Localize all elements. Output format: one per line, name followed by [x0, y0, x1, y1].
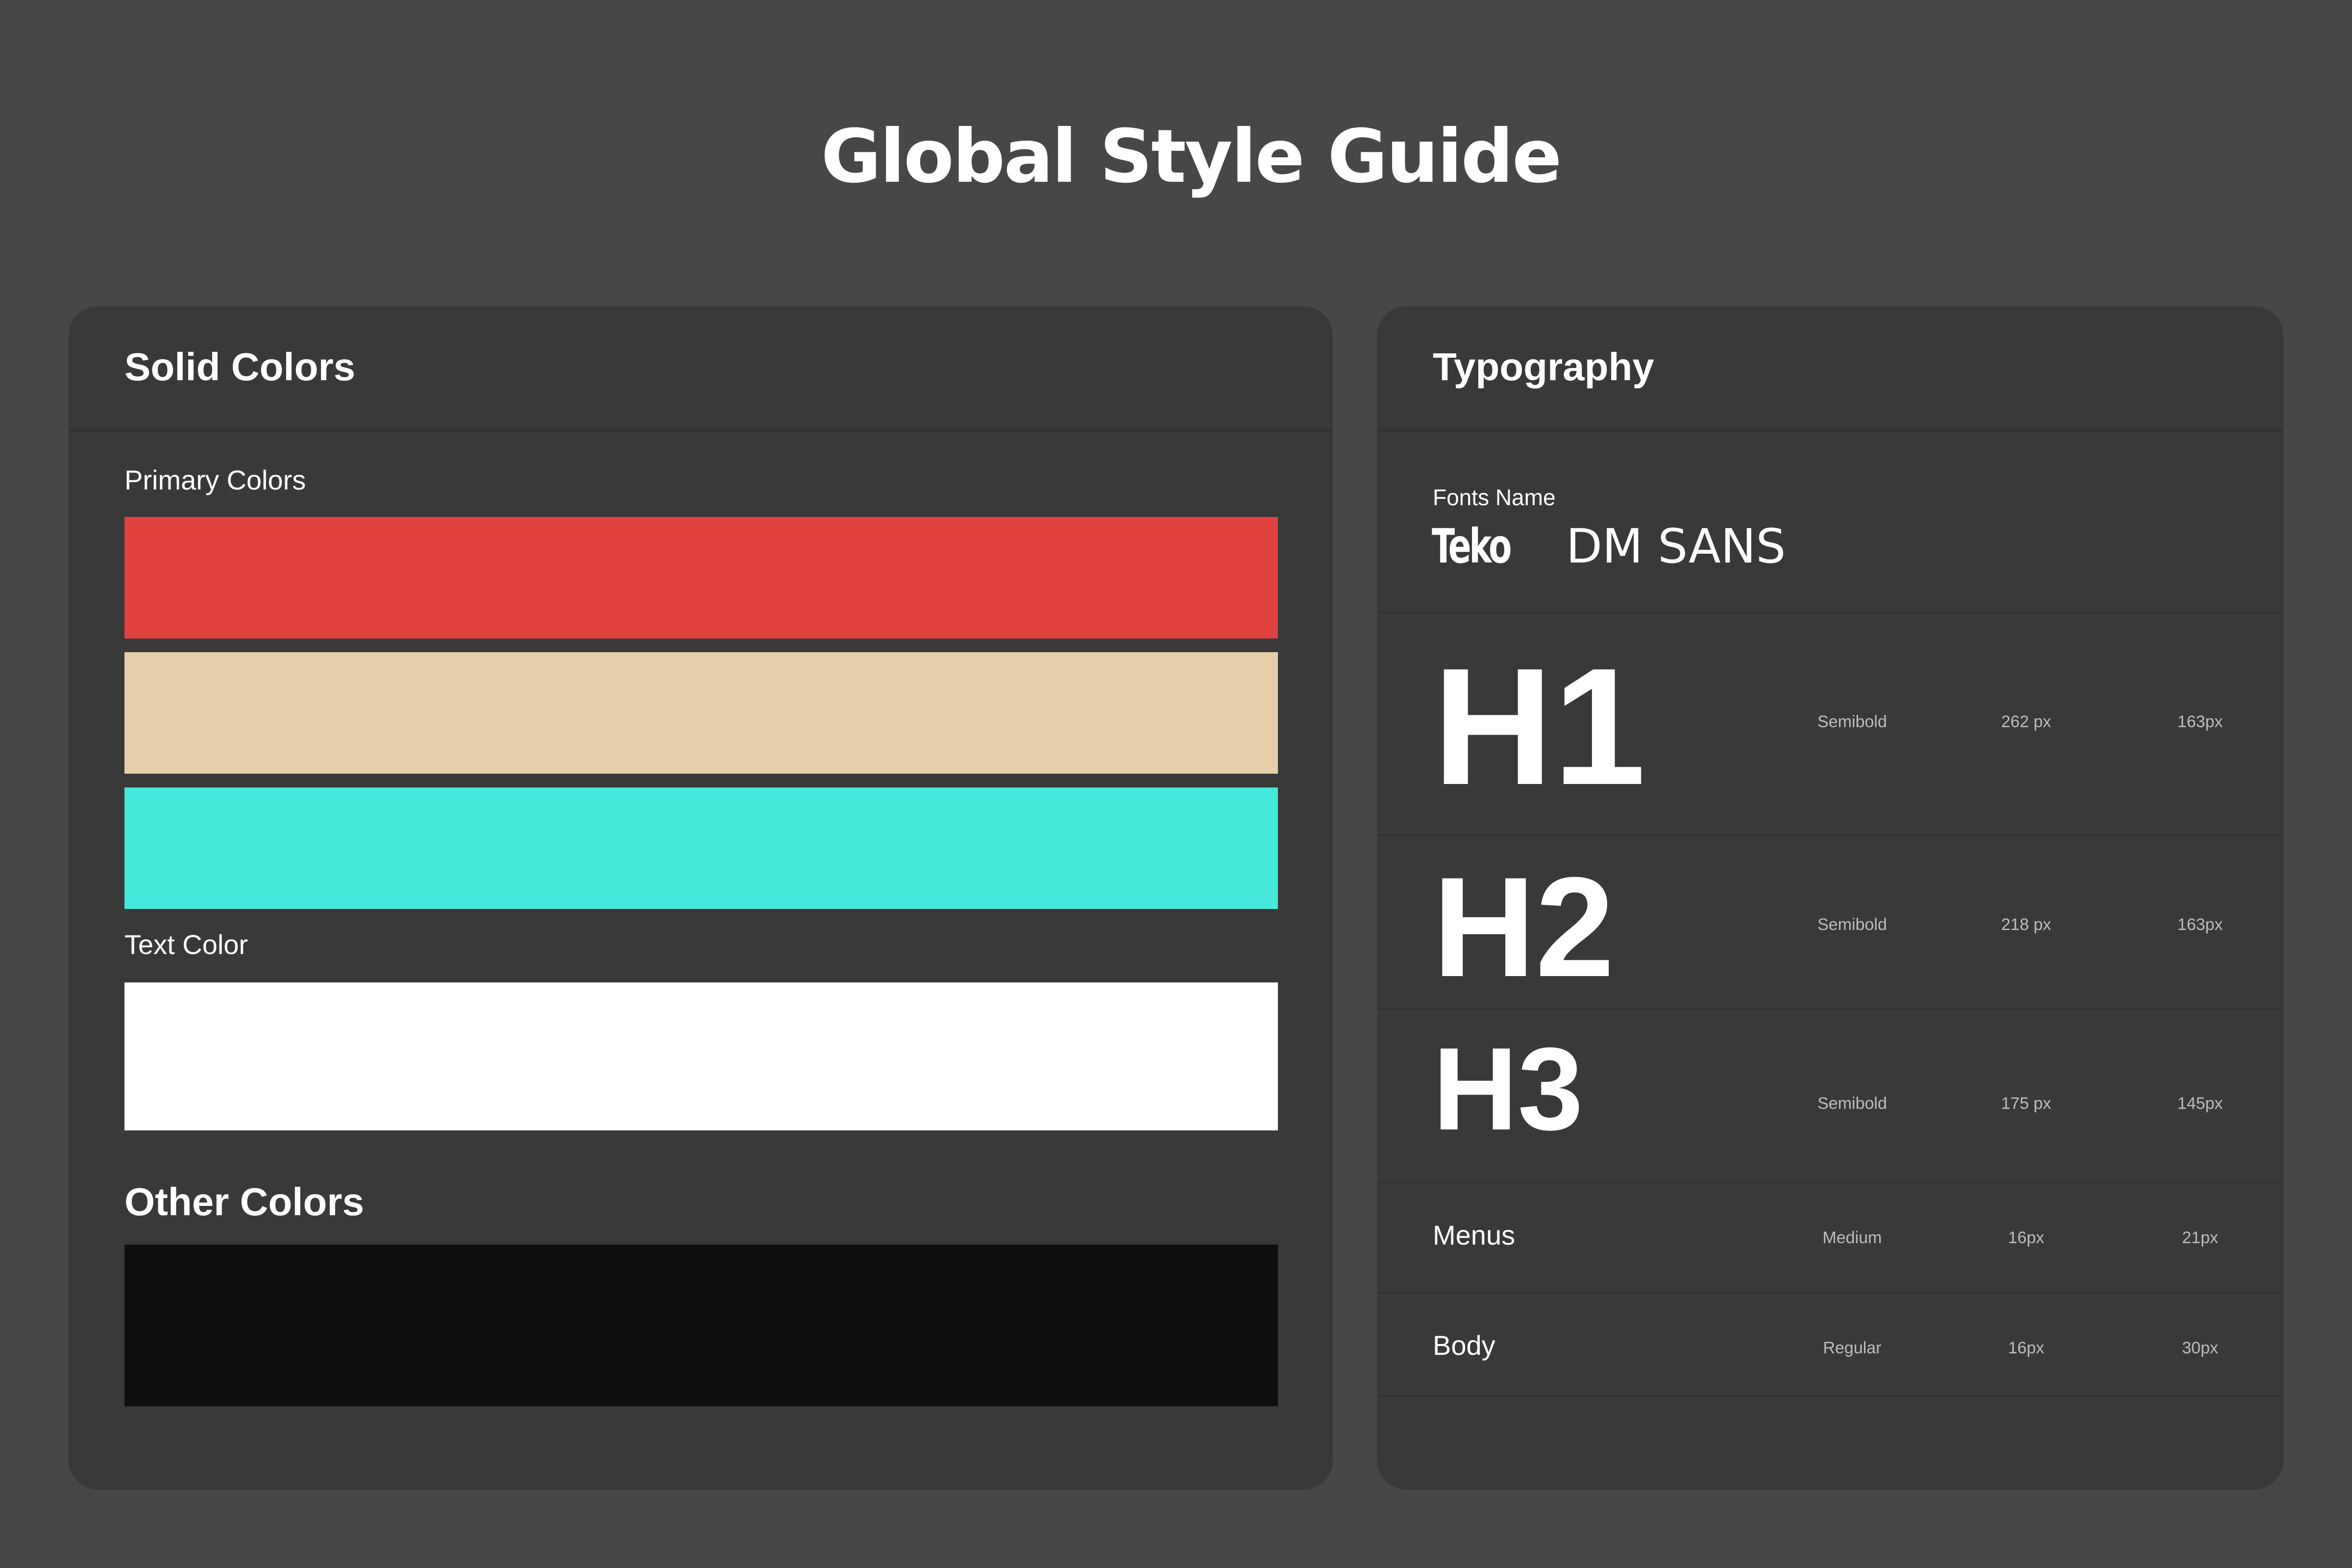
solid-colors-panel: Solid Colors Primary Colors Text Color O…: [69, 306, 1333, 1490]
typography-header: Typography: [1377, 306, 2283, 432]
menus-weight: Medium: [1822, 1228, 1882, 1247]
h1-weight: Semibold: [1817, 712, 1887, 731]
font-name-teko: Teko: [1432, 519, 1512, 574]
typography-title: Typography: [1433, 345, 1654, 389]
divider: [1377, 1395, 2283, 1397]
type-row-h1: H1 Semibold 262 px 163px: [1377, 614, 2283, 820]
h1-size: 262 px: [2001, 712, 2052, 731]
h2-size: 218 px: [2001, 915, 2052, 934]
type-sample-body: Body: [1433, 1330, 1495, 1361]
primary-swatch-red: [124, 517, 1278, 638]
page-title: Global Style Guide: [821, 114, 1562, 199]
primary-swatch-beige: [124, 652, 1278, 774]
h3-weight: Semibold: [1817, 1094, 1887, 1113]
typography-panel: Typography Fonts Name Teko DM SANS H1 Se…: [1377, 306, 2283, 1490]
solid-colors-header: Solid Colors: [69, 306, 1333, 432]
type-row-h3: H3 Semibold 175 px 145px: [1377, 1010, 2283, 1182]
fonts-name-label: Fonts Name: [1433, 485, 1556, 510]
h3-size: 175 px: [2001, 1094, 2052, 1113]
primary-colors-label: Primary Colors: [124, 465, 306, 495]
type-row-h2: H2 Semibold 218 px 163px: [1377, 836, 2283, 1008]
h2-line-height: 163px: [2177, 915, 2223, 934]
type-sample-menus: Menus: [1433, 1220, 1516, 1250]
other-colors-heading: Other Colors: [124, 1180, 364, 1224]
body-size: 16px: [2008, 1339, 2044, 1357]
type-sample-h1: H1: [1433, 634, 1646, 820]
body-line-height: 30px: [2182, 1339, 2218, 1357]
type-sample-h2: H2: [1433, 848, 1615, 1006]
menus-size: 16px: [2008, 1228, 2044, 1247]
type-row-body: Body Regular 16px 30px: [1377, 1294, 2283, 1395]
type-sample-h3: H3: [1433, 1023, 1583, 1154]
h2-weight: Semibold: [1817, 915, 1887, 934]
type-row-menus: Menus Medium 16px 21px: [1377, 1184, 2283, 1292]
solid-colors-title: Solid Colors: [124, 345, 356, 389]
font-name-dm-sans: DM SANS: [1566, 519, 1786, 574]
text-color-swatch: [124, 982, 1278, 1130]
primary-swatch-turquoise: [124, 787, 1278, 909]
other-color-swatch-black: [124, 1245, 1278, 1406]
text-color-label: Text Color: [124, 929, 248, 960]
h3-line-height: 145px: [2177, 1094, 2223, 1113]
body-weight: Regular: [1823, 1339, 1882, 1357]
menus-line-height: 21px: [2182, 1228, 2218, 1247]
h1-line-height: 163px: [2177, 712, 2223, 731]
